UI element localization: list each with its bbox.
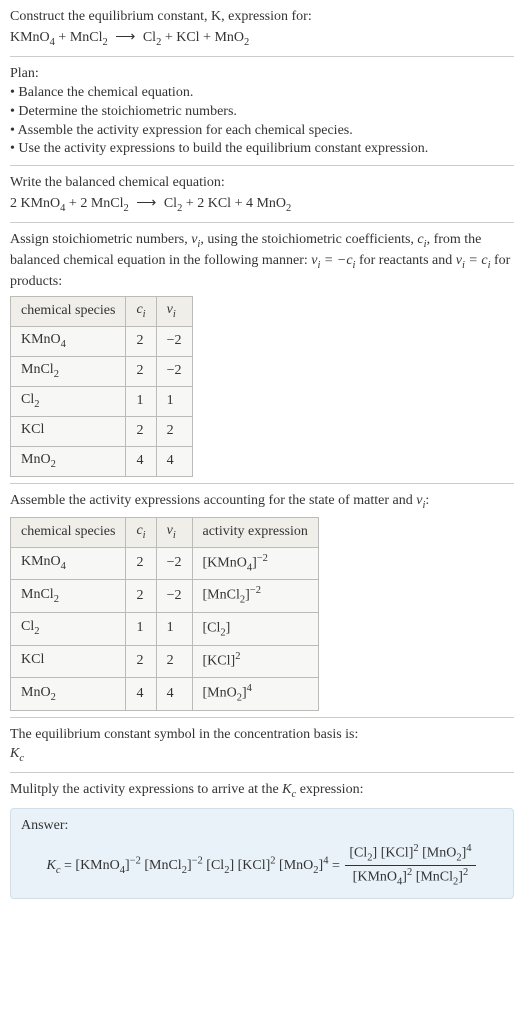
answer-label: Answer: (21, 817, 503, 836)
plan-section: Plan: • Balance the chemical equation. •… (10, 56, 514, 165)
answer-equation: Kc = [KMnO4]−2 [MnCl2]−2 [Cl2] [KCl]2 [M… (21, 842, 503, 890)
prompt-line: Construct the equilibrium constant, K, e… (10, 8, 514, 27)
stoich-section: Assign stoichiometric numbers, νi, using… (10, 222, 514, 483)
col-species: chemical species (11, 297, 126, 327)
unbalanced-equation: KMnO4 + MnCl2 ⟶ Cl2 + KCl + MnO2 (10, 29, 514, 50)
plan-bullet: • Balance the chemical equation. (10, 84, 514, 103)
reactant-2: MnCl2 (91, 196, 129, 211)
plus-icon: + (235, 196, 246, 211)
product-1: Cl2 (164, 196, 182, 211)
plus-icon: + (58, 30, 69, 45)
table-row: KCl22 (11, 416, 193, 446)
balanced-equation: 2 KMnO4 + 2 MnCl2 ⟶ Cl2 + 2 KCl + 4 MnO2 (10, 195, 514, 216)
reactant-1: KMnO4 (10, 30, 55, 45)
plus-icon: + (186, 196, 197, 211)
stoich-table: chemical species ci νi KMnO42−2 MnCl22−2… (10, 296, 193, 477)
col-ci: ci (126, 297, 156, 327)
product-3: MnO2 (256, 196, 291, 211)
table-row: Cl211 (11, 386, 193, 416)
table-row: Cl211[Cl2] (11, 613, 319, 646)
coef: 2 (80, 196, 87, 211)
plan-bullet: • Determine the stoichiometric numbers. (10, 103, 514, 122)
table-row: MnCl22−2 (11, 356, 193, 386)
activity-title: Assemble the activity expressions accoun… (10, 492, 514, 513)
table-row: MnO244[MnO2]4 (11, 678, 319, 711)
denominator: [KMnO4]2 [MnCl2]2 (345, 866, 475, 890)
col-nu: νi (156, 297, 192, 327)
activity-section: Assemble the activity expressions accoun… (10, 483, 514, 717)
numerator: [Cl2] [KCl]2 [MnO2]4 (345, 842, 475, 867)
table-row: MnO244 (11, 446, 193, 476)
table-header-row: chemical species ci νi (11, 297, 193, 327)
arrow-icon: ⟶ (132, 196, 160, 211)
ci-symbol: ci (417, 232, 426, 247)
col-nu: νi (156, 517, 192, 547)
plus-icon: + (165, 30, 176, 45)
reactant-2: MnCl2 (70, 30, 108, 45)
arrow-icon: ⟶ (111, 30, 139, 45)
plan-bullet: • Assemble the activity expression for e… (10, 122, 514, 141)
coef: 2 (10, 196, 17, 211)
col-species: chemical species (11, 517, 126, 547)
plan-bullet: • Use the activity expressions to build … (10, 140, 514, 159)
balanced-section: Write the balanced chemical equation: 2 … (10, 165, 514, 222)
product-2: KCl (208, 196, 231, 211)
plus-icon: + (69, 196, 80, 211)
balanced-title: Write the balanced chemical equation: (10, 174, 514, 193)
product-3: MnO2 (214, 30, 249, 45)
col-ci: ci (126, 517, 156, 547)
kc-symbol: Kc (10, 745, 514, 766)
prompt-text: Construct the equilibrium constant, K, e… (10, 9, 312, 24)
product-1: Cl2 (143, 30, 161, 45)
table-header-row: chemical species ci νi activity expressi… (11, 517, 319, 547)
nu-symbol: νi (191, 232, 200, 247)
coef: 2 (197, 196, 204, 211)
table-row: MnCl22−2[MnCl2]−2 (11, 580, 319, 613)
col-activity: activity expression (192, 517, 318, 547)
multiply-line: Mulitply the activity expressions to arr… (10, 781, 514, 802)
table-row: KCl22[KCl]2 (11, 645, 319, 678)
product-2: KCl (176, 30, 199, 45)
reactant-1: KMnO4 (21, 196, 66, 211)
stoich-intro: Assign stoichiometric numbers, νi, using… (10, 231, 514, 292)
kc-symbol-section: The equilibrium constant symbol in the c… (10, 717, 514, 772)
table-row: KMnO42−2 (11, 326, 193, 356)
answer-section: Mulitply the activity expressions to arr… (10, 772, 514, 905)
fraction: [Cl2] [KCl]2 [MnO2]4 [KMnO4]2 [MnCl2]2 (345, 842, 475, 890)
plus-icon: + (203, 30, 214, 45)
answer-box: Answer: Kc = [KMnO4]−2 [MnCl2]−2 [Cl2] [… (10, 808, 514, 899)
table-row: KMnO42−2[KMnO4]−2 (11, 547, 319, 580)
plan-title: Plan: (10, 65, 514, 84)
prompt-section: Construct the equilibrium constant, K, e… (10, 8, 514, 56)
coef: 4 (246, 196, 253, 211)
activity-table: chemical species ci νi activity expressi… (10, 517, 319, 711)
kc-symbol-line: The equilibrium constant symbol in the c… (10, 726, 514, 745)
